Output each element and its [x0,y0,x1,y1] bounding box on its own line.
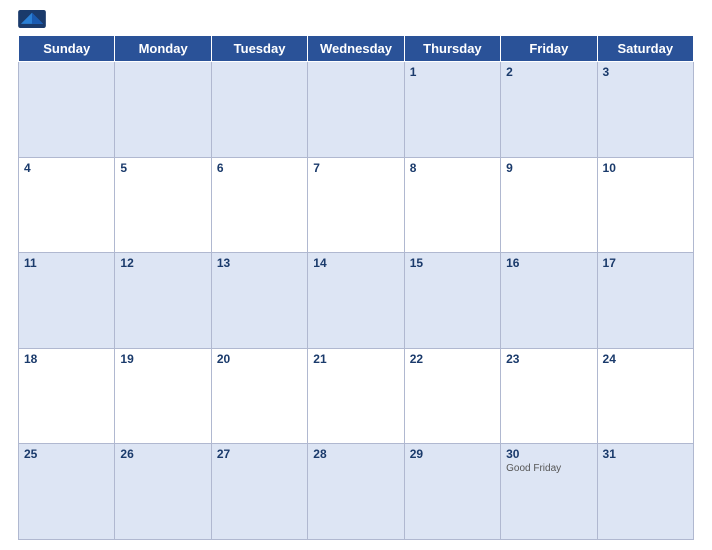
calendar-cell: 2 [501,62,597,158]
day-number: 18 [24,352,109,366]
calendar-cell: 25 [19,444,115,540]
day-number: 14 [313,256,398,270]
day-number: 11 [24,256,109,270]
day-number: 9 [506,161,591,175]
day-number: 24 [603,352,688,366]
day-number: 4 [24,161,109,175]
calendar-cell: 13 [211,253,307,349]
day-number: 6 [217,161,302,175]
day-number: 29 [410,447,495,461]
weekday-header-wednesday: Wednesday [308,36,404,62]
weekday-header-thursday: Thursday [404,36,500,62]
day-number: 27 [217,447,302,461]
day-number: 17 [603,256,688,270]
calendar-cell [211,62,307,158]
calendar-cell: 28 [308,444,404,540]
calendar-cell: 14 [308,253,404,349]
weekday-header-tuesday: Tuesday [211,36,307,62]
logo [18,10,108,29]
calendar-week-row: 18 19 20 21 22 23 24 [19,348,694,444]
day-number: 31 [603,447,688,461]
calendar-cell: 15 [404,253,500,349]
calendar-cell: 24 [597,348,693,444]
calendar-cell [115,62,211,158]
weekday-header-row: SundayMondayTuesdayWednesdayThursdayFrid… [19,36,694,62]
calendar-cell [19,62,115,158]
day-number: 3 [603,65,688,79]
day-number: 26 [120,447,205,461]
day-number: 12 [120,256,205,270]
calendar-cell: 22 [404,348,500,444]
calendar-cell: 8 [404,157,500,253]
holiday-label: Good Friday [506,463,591,474]
calendar-cell: 16 [501,253,597,349]
weekday-header-monday: Monday [115,36,211,62]
calendar-week-row: 123 [19,62,694,158]
calendar-cell: 26 [115,444,211,540]
day-number: 16 [506,256,591,270]
day-number: 2 [506,65,591,79]
day-number: 28 [313,447,398,461]
weekday-header-friday: Friday [501,36,597,62]
day-number: 19 [120,352,205,366]
calendar-body: 1234567891011121314151617181920212223242… [19,62,694,540]
calendar-table: SundayMondayTuesdayWednesdayThursdayFrid… [18,35,694,540]
day-number: 15 [410,256,495,270]
day-number: 13 [217,256,302,270]
calendar-week-row: 456789 10 [19,157,694,253]
day-number: 30 [506,447,591,461]
day-number: 5 [120,161,205,175]
calendar-cell: 18 [19,348,115,444]
calendar-cell: 21 [308,348,404,444]
calendar-cell: 5 [115,157,211,253]
calendar-cell: 6 [211,157,307,253]
calendar-cell: 20 [211,348,307,444]
calendar-cell [308,62,404,158]
calendar-week-row: 25 26 27 28 29 30 Good Friday 31 [19,444,694,540]
weekday-header-saturday: Saturday [597,36,693,62]
calendar-cell: 19 [115,348,211,444]
calendar-cell: 9 [501,157,597,253]
day-number: 1 [410,65,495,79]
day-number: 23 [506,352,591,366]
calendar-cell: 29 [404,444,500,540]
day-number: 8 [410,161,495,175]
calendar-cell: 10 [597,157,693,253]
calendar-week-row: 11 12 13 14 15 16 17 [19,253,694,349]
calendar-cell: 3 [597,62,693,158]
day-number: 25 [24,447,109,461]
calendar-header-row: SundayMondayTuesdayWednesdayThursdayFrid… [19,36,694,62]
day-number: 21 [313,352,398,366]
logo-icon [18,10,46,28]
day-number: 10 [603,161,688,175]
calendar-header [18,10,694,29]
calendar-cell: 7 [308,157,404,253]
calendar-cell: 1 [404,62,500,158]
weekday-header-sunday: Sunday [19,36,115,62]
day-number: 20 [217,352,302,366]
calendar-cell: 27 [211,444,307,540]
calendar-cell: 4 [19,157,115,253]
calendar-cell: 17 [597,253,693,349]
calendar-cell: 23 [501,348,597,444]
calendar-cell: 12 [115,253,211,349]
calendar-cell: 11 [19,253,115,349]
day-number: 7 [313,161,398,175]
calendar-cell: 30 Good Friday [501,444,597,540]
calendar-cell: 31 [597,444,693,540]
day-number: 22 [410,352,495,366]
